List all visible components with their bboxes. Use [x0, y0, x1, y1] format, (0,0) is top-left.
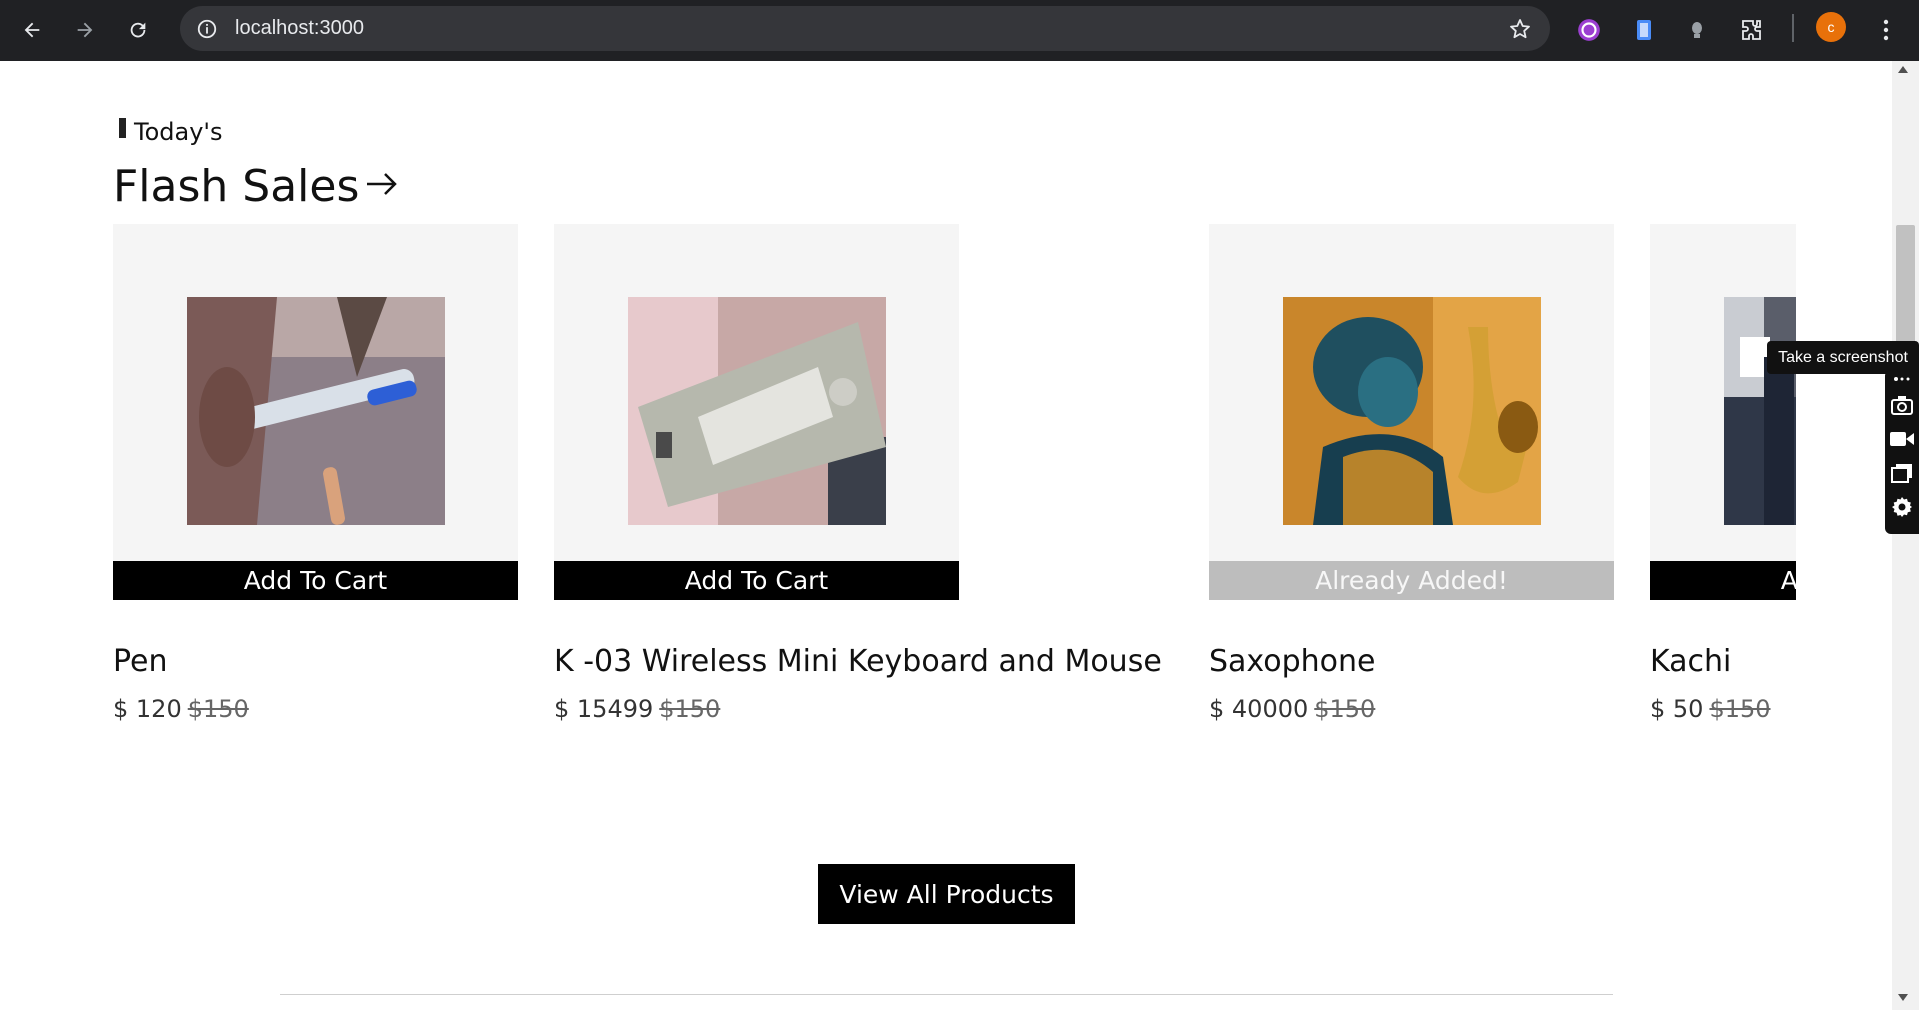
product-media: Add To Cart	[1650, 224, 1796, 600]
back-button[interactable]	[14, 12, 50, 48]
page-content: Today's Flash Sales Add To Cart Pen $ 12…	[0, 61, 1892, 1010]
puzzle-icon	[1742, 20, 1761, 40]
old-price: $150	[187, 695, 249, 723]
bookmark-button[interactable]	[1506, 15, 1534, 43]
forward-button[interactable]	[67, 12, 103, 48]
product-image-pen[interactable]	[187, 297, 445, 525]
product-name[interactable]: Saxophone	[1209, 644, 1376, 679]
scroll-up-arrow[interactable]	[1898, 66, 1908, 73]
profile-avatar[interactable]: c	[1816, 12, 1846, 42]
page-scrollbar[interactable]	[1892, 61, 1919, 1010]
product-price: $ 50 $150	[1650, 695, 1771, 723]
add-to-cart-button[interactable]: Add To Cart	[113, 561, 518, 600]
document-extension-button[interactable]	[1626, 12, 1662, 48]
record-video-button[interactable]	[1889, 426, 1915, 452]
current-price: $ 120	[113, 695, 182, 723]
product-media: Add To Cart	[554, 224, 959, 600]
already-added-button[interactable]: Already Added!	[1209, 561, 1614, 600]
old-price: $150	[1709, 695, 1771, 723]
product-image-kachi[interactable]	[1724, 297, 1796, 525]
section-divider	[280, 994, 1613, 995]
site-info-button[interactable]	[194, 16, 220, 42]
current-price: $ 50	[1650, 695, 1704, 723]
video-icon	[1890, 432, 1914, 446]
product-price: $ 120 $150	[113, 695, 249, 723]
site-info-icon	[197, 19, 217, 39]
star-icon	[1510, 19, 1530, 39]
reload-button[interactable]	[120, 12, 156, 48]
screenshot-settings-button[interactable]	[1889, 494, 1915, 520]
document-icon	[1637, 20, 1651, 40]
eyebrow-label: Today's	[134, 118, 223, 146]
camera-icon	[1891, 396, 1913, 415]
current-price: $ 15499	[554, 695, 654, 723]
product-price: $ 15499 $150	[554, 695, 720, 723]
extension-button[interactable]	[1571, 12, 1607, 48]
url-text[interactable]: localhost:3000	[235, 17, 364, 40]
screenshot-toolbar	[1885, 370, 1919, 534]
scroll-down-arrow[interactable]	[1898, 994, 1908, 1001]
product-media: Already Added!	[1209, 224, 1614, 600]
product-price: $ 40000 $150	[1209, 695, 1375, 723]
back-icon	[24, 22, 40, 38]
browser-toolbar: localhost:3000 c	[0, 0, 1919, 61]
section-title-text: Flash Sales	[113, 161, 360, 212]
product-card-kachi[interactable]: Add To Cart Kachi $ 50$150	[1650, 224, 1796, 724]
add-to-cart-button[interactable]: Add To Cart	[554, 561, 959, 600]
screenshot-button[interactable]	[1889, 392, 1915, 418]
toolbar-divider	[1792, 14, 1794, 42]
add-to-cart-button[interactable]: Add To Cart	[1650, 561, 1796, 600]
extensions-button[interactable]	[1734, 12, 1770, 48]
product-card-keyboard[interactable]: Add To Cart K -03 Wireless Mini Keyboard…	[554, 224, 1162, 723]
section-eyebrow: Today's	[119, 118, 223, 146]
capture-window-button[interactable]	[1889, 460, 1915, 486]
section-title: Flash Sales	[113, 161, 399, 212]
window-icon	[1891, 464, 1912, 483]
address-bar[interactable]: localhost:3000	[180, 6, 1550, 51]
menu-icon	[1883, 19, 1889, 41]
extension-icon	[1578, 19, 1600, 41]
current-price: $ 40000	[1209, 695, 1309, 723]
toolbar-handle[interactable]	[1889, 372, 1915, 386]
product-name[interactable]: Pen	[113, 644, 168, 679]
product-card-saxophone[interactable]: Already Added! Saxophone $ 40000 $150	[1209, 224, 1614, 723]
product-image-keyboard[interactable]	[628, 297, 886, 525]
eyebrow-marker	[119, 118, 126, 138]
settings-icon	[1892, 497, 1912, 517]
menu-button[interactable]	[1868, 12, 1904, 48]
product-name[interactable]: Kachi	[1650, 644, 1731, 679]
lightbulb-icon	[1692, 22, 1702, 38]
lightbulb-extension-button[interactable]	[1679, 12, 1715, 48]
product-card-pen[interactable]: Add To Cart Pen $ 120 $150	[113, 224, 518, 723]
more-icon	[1894, 377, 1910, 381]
reload-icon	[130, 22, 146, 38]
product-media: Add To Cart	[113, 224, 518, 600]
product-image-saxophone[interactable]	[1283, 297, 1541, 525]
arrow-right-icon[interactable]	[365, 170, 399, 198]
product-name[interactable]: K -03 Wireless Mini Keyboard and Mouse	[554, 644, 1162, 679]
old-price: $150	[1314, 695, 1376, 723]
old-price: $150	[659, 695, 721, 723]
forward-icon	[77, 22, 93, 38]
view-all-products-button[interactable]: View All Products	[818, 864, 1075, 924]
